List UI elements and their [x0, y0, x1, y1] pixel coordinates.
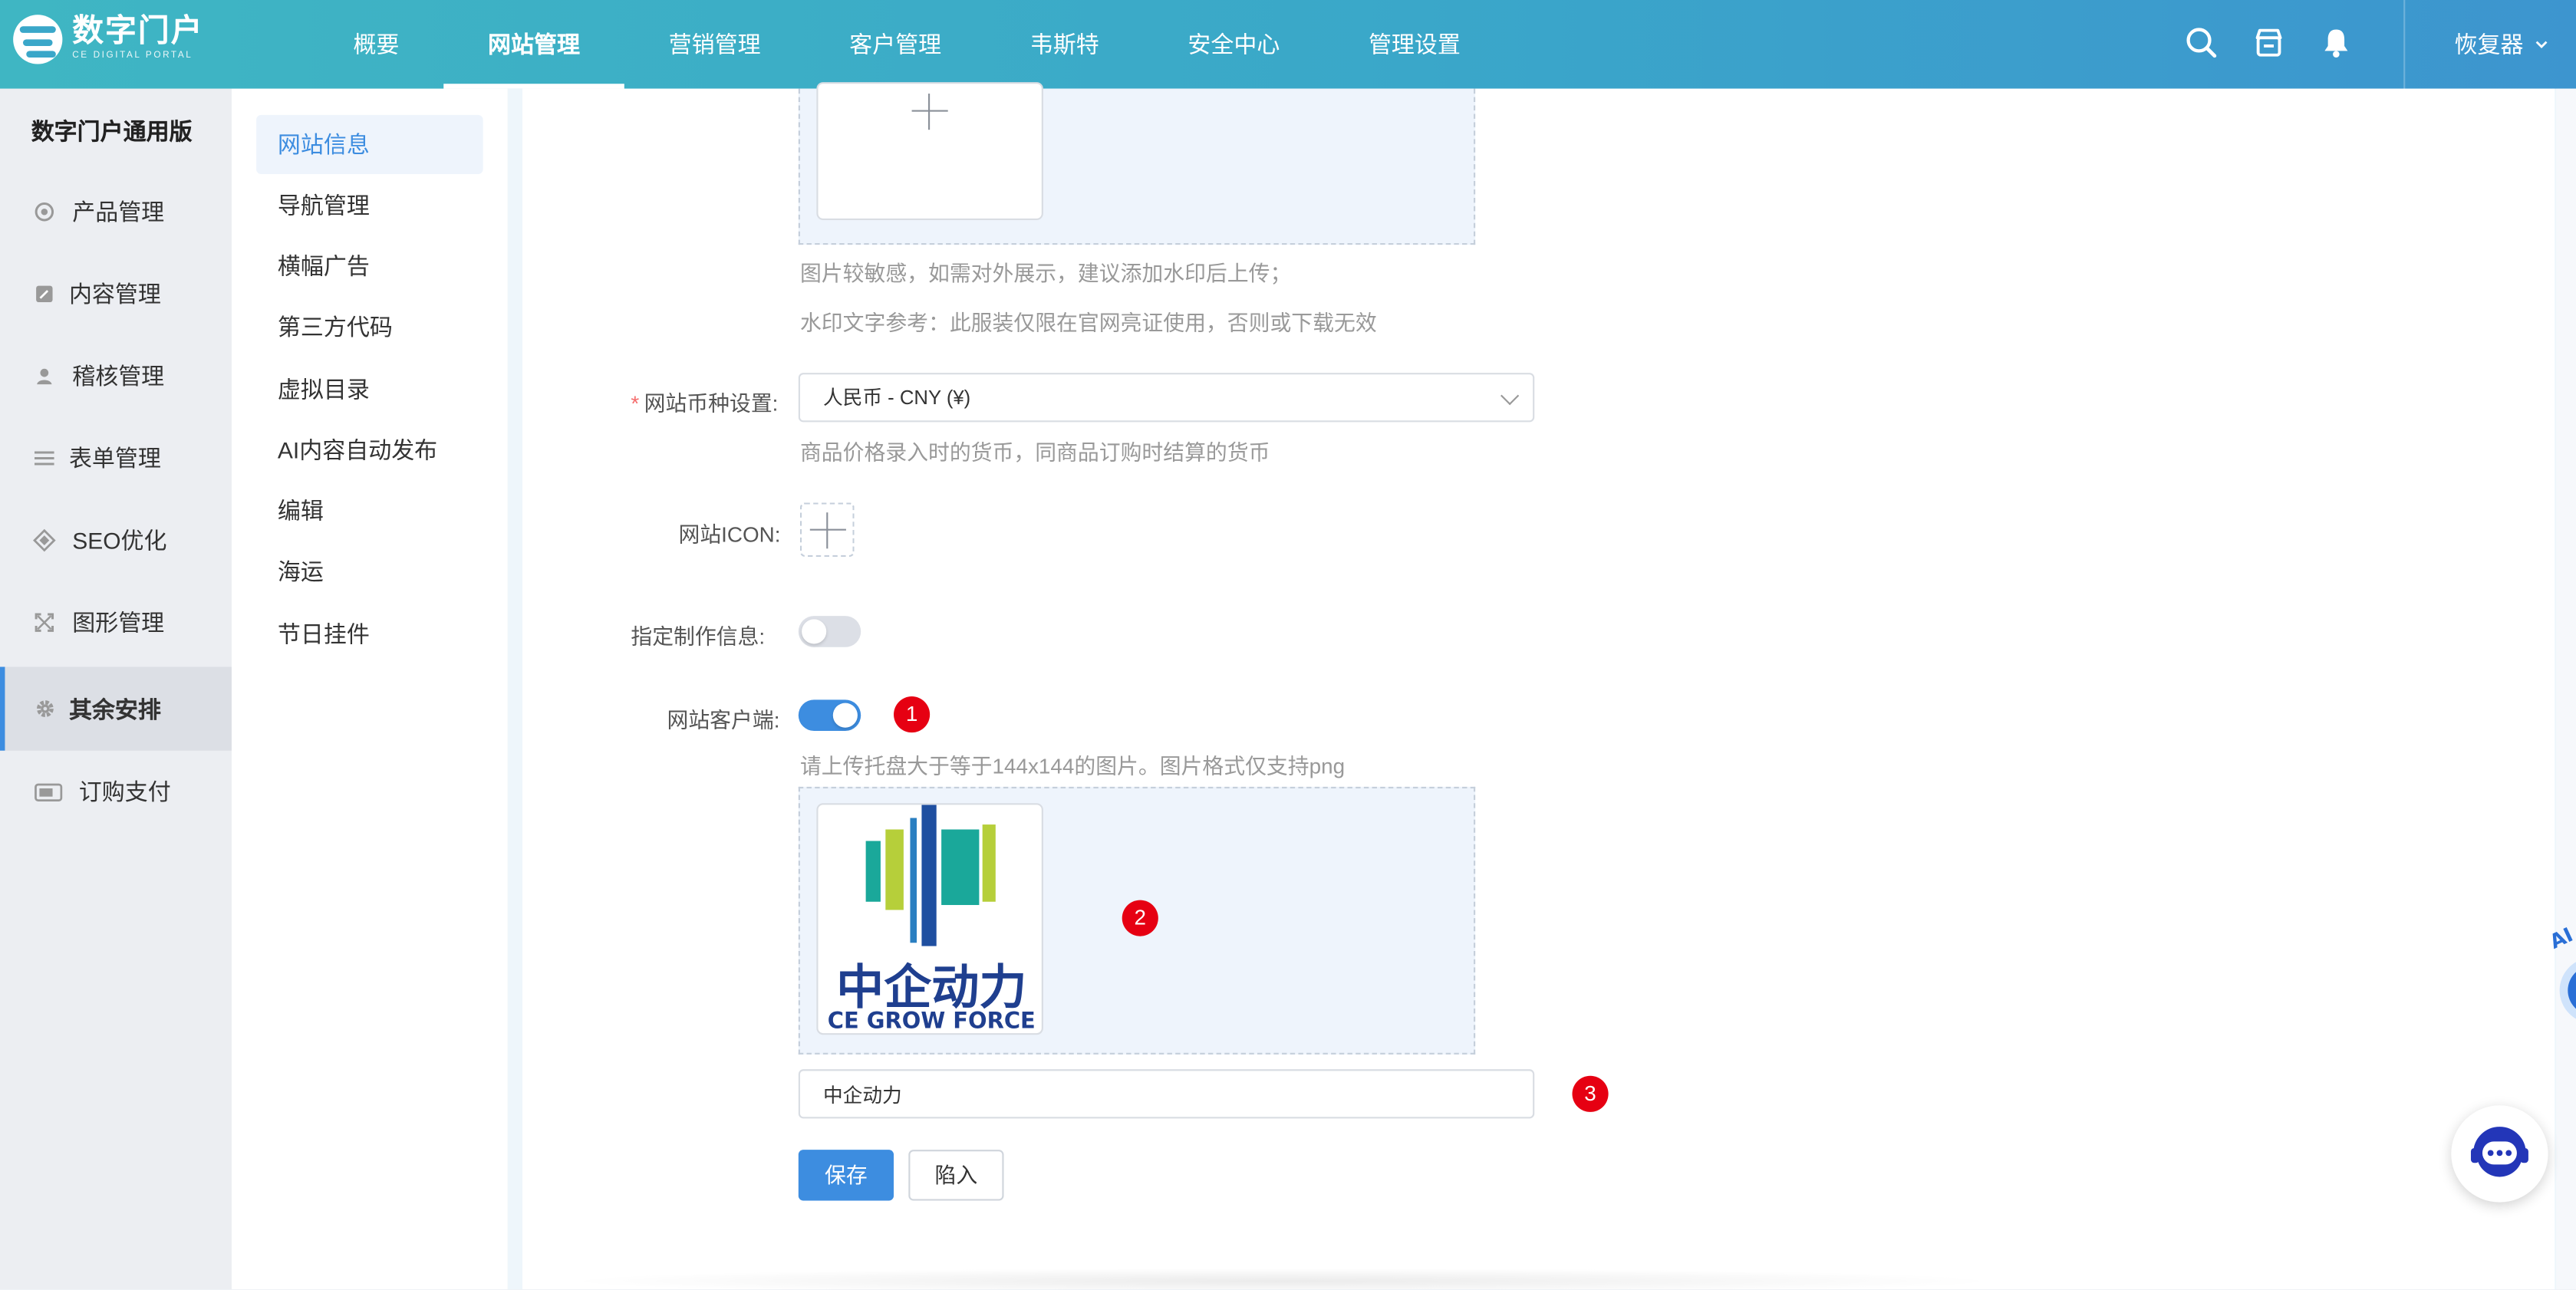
- subnav-banners[interactable]: 横幅广告: [256, 236, 483, 295]
- sidebar-item-forms[interactable]: 表单管理: [0, 417, 232, 499]
- top-bar: 数字门户 CE DIGITAL PORTAL 概要 网站管理 营销管理 客户管理…: [0, 0, 2576, 89]
- seo-icon: [33, 528, 56, 552]
- sidebar-item-label: SEO优化: [72, 527, 167, 554]
- nav-overview[interactable]: 概要: [309, 0, 444, 89]
- user-icon: [33, 364, 56, 387]
- image-hint-2: 水印文字参考：此服装仅限在官网亮证使用，否则或下载无效: [799, 310, 1377, 335]
- bell-icon[interactable]: [2320, 26, 2353, 59]
- currency-label: * 网站币种设置:: [631, 390, 779, 416]
- chat-support-button[interactable]: [2451, 1105, 2548, 1203]
- brand-subtitle: CE DIGITAL PORTAL: [72, 51, 193, 61]
- production-toggle[interactable]: [798, 616, 861, 647]
- sidebar-item-audit[interactable]: 稽核管理: [0, 335, 232, 417]
- panel-shadow: [558, 1268, 2004, 1290]
- client-name-input[interactable]: [798, 1069, 1535, 1119]
- sidebar-item-label: 其余安排: [68, 695, 161, 722]
- save-button[interactable]: 保存: [798, 1150, 894, 1201]
- subnav-holiday-widget[interactable]: 节日挂件: [256, 604, 483, 663]
- brand-title: 数字门户: [72, 15, 204, 50]
- app-root: 数字门户 CE DIGITAL PORTAL 概要 网站管理 营销管理 客户管理…: [0, 0, 2576, 1290]
- production-label: 指定制作信息:: [631, 624, 766, 649]
- client-logo-image[interactable]: 中企动力 CE GROW FORCE: [816, 803, 1043, 1035]
- sidebar-item-other[interactable]: 其余安排: [0, 666, 232, 751]
- subnav-ai-publish[interactable]: AI内容自动发布: [256, 420, 483, 479]
- sidebar-item-graphics[interactable]: 图形管理: [0, 581, 232, 663]
- client-logo-mark: 中企动力 CE GROW FORCE: [828, 805, 1036, 1034]
- chevron-down-icon: [1500, 387, 1520, 406]
- icon-upload[interactable]: [799, 502, 855, 558]
- annotation-badge-3: 3: [1572, 1075, 1609, 1112]
- cancel-button[interactable]: 陷入: [908, 1150, 1004, 1201]
- store-icon[interactable]: [2252, 26, 2285, 59]
- list-icon: [33, 447, 56, 470]
- plus-icon: [911, 94, 948, 130]
- icon-label: 网站ICON:: [678, 522, 781, 548]
- client-label: 网站客户端:: [667, 708, 780, 733]
- sidebar-item-label: 表单管理: [68, 445, 161, 472]
- logo-icon: [13, 15, 63, 64]
- nav-marketing[interactable]: 营销管理: [624, 0, 805, 89]
- svg-text:CE GROW FORCE: CE GROW FORCE: [828, 1008, 1036, 1034]
- ai-assistant-icon[interactable]: AI: [2546, 912, 2576, 1035]
- currency-hint: 商品价格录入时的货币，同商品订购时结算的货币: [799, 439, 1270, 466]
- sidebar-title: 数字门户通用版: [31, 118, 193, 145]
- annotation-badge-1: 1: [894, 696, 931, 733]
- nav-site-management[interactable]: 网站管理: [443, 0, 624, 89]
- svg-text:AI: AI: [2546, 923, 2576, 954]
- primary-sidebar: 数字门户通用版 产品管理 内容管理 稽核管理 表单管理 SEO优化 图形管理 其…: [0, 88, 232, 1290]
- sidebar-item-seo[interactable]: SEO优化: [0, 499, 232, 581]
- sidebar-item-label: 稽核管理: [72, 363, 165, 390]
- scrollbar-track[interactable]: [2556, 88, 2576, 1290]
- secondary-sidebar: 网站信息 导航管理 横幅广告 第三方代码 虚拟目录 AI内容自动发布 编辑 海运…: [231, 88, 508, 1290]
- subnav-edit[interactable]: 编辑: [256, 481, 483, 540]
- sidebar-item-label: 图形管理: [72, 609, 165, 636]
- image-upload-card[interactable]: [816, 82, 1043, 220]
- sidebar-item-products[interactable]: 产品管理: [0, 171, 232, 253]
- subnav-virtual-directory[interactable]: 虚拟目录: [256, 360, 483, 419]
- user-name: 恢复器: [2454, 31, 2524, 58]
- chevron-down-icon: [2535, 41, 2548, 49]
- subnav-navigation[interactable]: 导航管理: [256, 176, 483, 235]
- card-icon: [33, 780, 63, 803]
- annotation-badge-2: 2: [1122, 900, 1158, 936]
- nav-customers[interactable]: 客户管理: [805, 0, 986, 89]
- subnav-third-party-code[interactable]: 第三方代码: [256, 298, 483, 357]
- product-icon: [33, 200, 56, 223]
- nav-security[interactable]: 安全中心: [1144, 0, 1325, 89]
- image-hint-1: 图片较敏感，如需对外展示，建议添加水印后上传；: [799, 261, 1292, 286]
- client-hint: 请上传托盘大于等于144x144的图片。图片格式仅支持png: [799, 753, 1346, 779]
- subnav-shipping[interactable]: 海运: [256, 542, 483, 601]
- currency-value: 人民币 - CNY (¥): [822, 386, 971, 410]
- main-nav: 概要 网站管理 营销管理 客户管理 韦斯特 安全中心 管理设置: [309, 0, 1505, 89]
- client-toggle[interactable]: [798, 699, 861, 732]
- sidebar-item-payment[interactable]: 订购支付: [0, 751, 232, 833]
- search-icon[interactable]: [2185, 26, 2218, 59]
- brand-logo[interactable]: 数字门户 CE DIGITAL PORTAL: [13, 15, 203, 64]
- gear-icon: [33, 697, 56, 720]
- sidebar-item-label: 内容管理: [68, 281, 161, 308]
- subnav-site-info[interactable]: 网站信息: [256, 114, 483, 175]
- plus-icon: [809, 512, 846, 549]
- sidebar-item-label: 订购支付: [78, 778, 171, 805]
- user-menu[interactable]: 恢复器: [2455, 0, 2550, 89]
- nav-settings[interactable]: 管理设置: [1324, 0, 1505, 89]
- nav-west[interactable]: 韦斯特: [986, 0, 1144, 89]
- expand-icon: [33, 611, 56, 634]
- currency-select[interactable]: 人民币 - CNY (¥): [798, 373, 1535, 423]
- svg-text:中企动力: 中企动力: [836, 959, 1026, 1015]
- sidebar-item-label: 产品管理: [72, 199, 165, 225]
- header-divider: [2403, 0, 2406, 89]
- edit-icon: [33, 282, 56, 305]
- required-mark: *: [631, 390, 640, 416]
- sidebar-item-content[interactable]: 内容管理: [0, 253, 232, 335]
- chat-icon: [2470, 1127, 2528, 1177]
